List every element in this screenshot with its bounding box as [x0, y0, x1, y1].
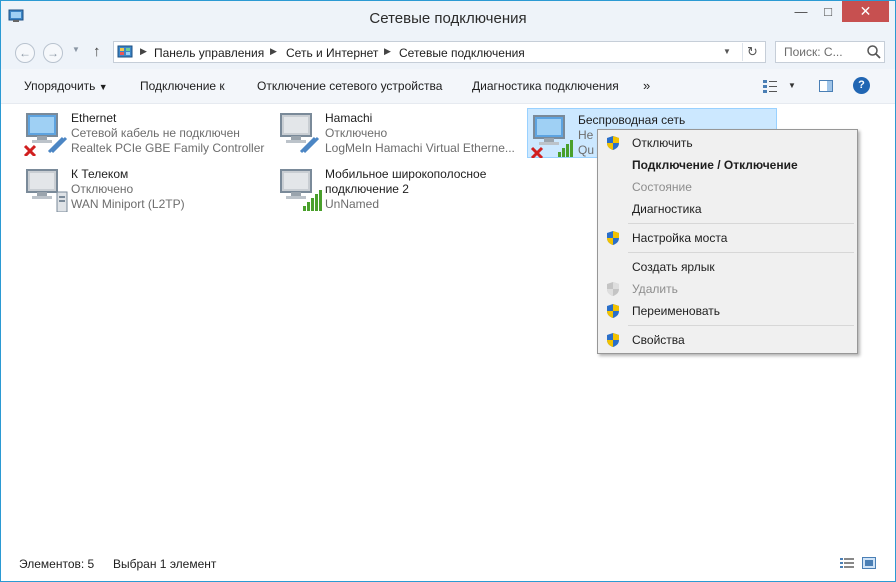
connection-tile-mobile-broadband[interactable]: Мобильное широкополосное подключение 2 U…: [275, 163, 525, 213]
selection-count: Выбран 1 элемент: [113, 557, 217, 571]
mobile-broadband-icon: [280, 169, 322, 211]
title-bar: Сетевые подключения — □ ✕: [1, 1, 895, 35]
breadcrumb-network-connections[interactable]: Сетевые подключения: [399, 46, 525, 60]
breadcrumb-separator-icon[interactable]: ▶: [140, 46, 147, 57]
connection-device: LogMeIn Hamachi Virtual Etherne...: [325, 141, 515, 155]
organize-menu-button[interactable]: Упорядочить ▼: [24, 79, 108, 93]
refresh-icon[interactable]: ↻: [742, 43, 762, 61]
menu-item-create-shortcut[interactable]: Создать ярлык: [600, 256, 855, 278]
menu-item-status: Состояние: [600, 176, 855, 198]
menu-item-label: Создать ярлык: [632, 260, 715, 274]
menu-item-label: Подключение / Отключение: [632, 158, 798, 172]
connection-tile-ethernet[interactable]: Ethernet Сетевой кабель не подключен Rea…: [21, 107, 271, 157]
diagnose-connection-button[interactable]: Диагностика подключения: [472, 79, 619, 93]
breadcrumb-control-panel[interactable]: Панель управления: [154, 46, 264, 60]
menu-item-connect-disconnect[interactable]: Подключение / Отключение: [600, 154, 855, 176]
breadcrumb-network-internet[interactable]: Сеть и Интернет: [286, 46, 378, 60]
disable-device-button[interactable]: Отключение сетевого устройства: [257, 79, 442, 93]
address-bar: ← → ▼ ↑ ▶ Панель управления ▶ Сеть и Инт…: [1, 35, 895, 69]
menu-item-label: Диагностика: [632, 202, 702, 216]
control-panel-icon: [117, 45, 133, 58]
connection-device: WAN Miniport (L2TP): [71, 197, 185, 211]
menu-item-label: Отключить: [632, 136, 693, 150]
context-menu: Отключить Подключение / Отключение Состо…: [597, 129, 858, 354]
large-icons-view-icon[interactable]: [862, 557, 876, 569]
wireless-disconnected-icon: [530, 115, 573, 158]
menu-separator: [628, 325, 854, 326]
recent-locations-chevron-icon[interactable]: ▼: [72, 45, 80, 54]
connection-status: Не: [578, 128, 594, 142]
command-bar: Упорядочить ▼ Подключение к Отключение с…: [1, 69, 895, 104]
connection-name: Hamachi: [325, 111, 373, 125]
help-button[interactable]: ?: [853, 77, 870, 94]
maximize-button[interactable]: □: [815, 1, 841, 22]
menu-item-label: Удалить: [632, 282, 678, 296]
minimize-button[interactable]: —: [788, 1, 814, 22]
menu-item-label: Состояние: [632, 180, 692, 194]
menu-item-label: Настройка моста: [632, 231, 728, 245]
wan-miniport-icon: [26, 169, 68, 212]
menu-item-label: Свойства: [632, 333, 685, 347]
connection-device: Realtek PCIe GBE Family Controller: [71, 141, 265, 155]
change-view-icon[interactable]: [762, 78, 778, 94]
more-commands-button[interactable]: »: [643, 78, 650, 93]
uac-shield-icon: [607, 231, 619, 245]
search-box: [775, 41, 885, 63]
menu-item-properties[interactable]: Свойства: [600, 329, 855, 351]
status-bar: Элементов: 5 Выбран 1 элемент: [1, 552, 895, 581]
menu-item-disable[interactable]: Отключить: [600, 132, 855, 154]
view-options-chevron-icon[interactable]: ▼: [788, 81, 796, 90]
search-icon[interactable]: [866, 44, 882, 60]
breadcrumb-separator-icon[interactable]: ▶: [384, 46, 391, 57]
uac-shield-disabled-icon: [607, 282, 619, 296]
menu-item-rename[interactable]: Переименовать: [600, 300, 855, 322]
menu-item-label: Переименовать: [632, 304, 720, 318]
window-title: Сетевые подключения: [369, 10, 527, 27]
connection-device: UnNamed: [325, 197, 380, 211]
address-history-chevron-icon[interactable]: ▼: [723, 47, 731, 56]
breadcrumb-separator-icon[interactable]: ▶: [270, 46, 277, 57]
connection-name-line1: Мобильное широкополосное: [325, 167, 487, 181]
connection-status: Сетевой кабель не подключен: [71, 126, 240, 140]
forward-button[interactable]: →: [43, 43, 63, 63]
menu-separator: [628, 223, 854, 224]
connection-tile-k-telecom[interactable]: К Телеком Отключено WAN Miniport (L2TP): [21, 163, 271, 213]
menu-item-delete: Удалить: [600, 278, 855, 300]
menu-item-bridge[interactable]: Настройка моста: [600, 227, 855, 249]
menu-item-diagnose[interactable]: Диагностика: [600, 198, 855, 220]
organize-label: Упорядочить: [24, 79, 96, 93]
uac-shield-icon: [607, 136, 619, 150]
preview-pane-icon[interactable]: [818, 78, 834, 94]
connection-status: Отключено: [325, 126, 388, 140]
connect-to-button[interactable]: Подключение к: [140, 79, 225, 93]
explorer-window: Сетевые подключения — □ ✕ ← → ▼ ↑ ▶ Пане…: [0, 0, 896, 582]
ethernet-icon: [280, 113, 320, 154]
uac-shield-icon: [607, 304, 619, 318]
menu-separator: [628, 252, 854, 253]
connection-name: Беспроводная сеть: [578, 113, 686, 127]
connection-name-line2: подключение 2: [325, 182, 409, 196]
connection-tile-hamachi[interactable]: Hamachi Отключено LogMeIn Hamachi Virtua…: [275, 107, 525, 157]
up-arrow-icon[interactable]: ↑: [93, 43, 101, 60]
details-view-icon[interactable]: [840, 557, 854, 569]
connection-device: Qu: [578, 143, 595, 157]
connection-status: Отключено: [71, 182, 134, 196]
close-button[interactable]: ✕: [842, 1, 889, 22]
connection-name: К Телеком: [71, 167, 129, 181]
address-box[interactable]: ▶ Панель управления ▶ Сеть и Интернет ▶ …: [113, 41, 766, 63]
search-input[interactable]: [776, 42, 864, 62]
item-count: Элементов: 5: [19, 557, 95, 571]
uac-shield-icon: [607, 333, 619, 347]
back-button[interactable]: ←: [15, 43, 35, 63]
chevron-down-icon: ▼: [98, 82, 108, 92]
connection-name: Ethernet: [71, 111, 117, 125]
ethernet-disconnected-icon: [23, 113, 68, 156]
